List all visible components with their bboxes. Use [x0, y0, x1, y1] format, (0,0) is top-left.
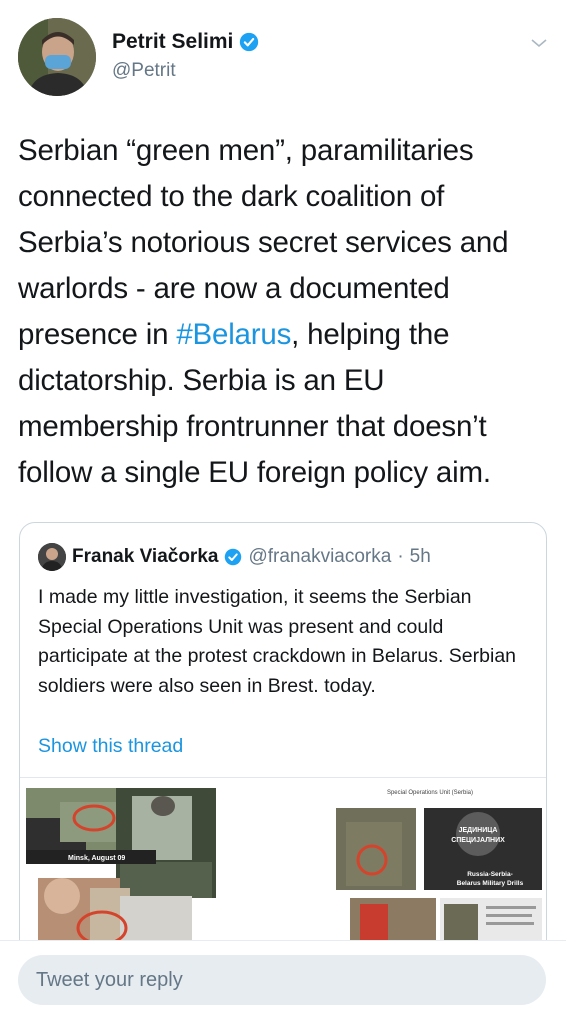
author-handle[interactable]: @Petrit	[112, 60, 176, 82]
quoted-author-handle: @franakviacorka	[248, 546, 392, 567]
reply-bar: Tweet your reply	[0, 940, 566, 1025]
reply-input[interactable]: Tweet your reply	[18, 955, 546, 1005]
media-caption-right-1: Russia-Serbia-	[467, 871, 513, 878]
hashtag-link[interactable]: #Belarus	[176, 318, 291, 351]
author-name[interactable]: Petrit Selimi	[112, 30, 259, 54]
quoted-tweet-text: I made my little investigation, it seems…	[38, 586, 517, 697]
media-badge-text-1: ЈЕДИНИЦА	[459, 827, 498, 834]
quoted-media[interactable]: Minsk, August 09 Special Operations Unit…	[20, 777, 546, 963]
media-caption-left: Minsk, August 09	[68, 855, 125, 862]
quoted-author-avatar	[38, 543, 66, 571]
media-collage: Minsk, August 09 Special Operations Unit…	[26, 788, 542, 963]
tweet-text: Serbian “green men”, paramilitaries conn…	[18, 128, 548, 496]
author-name-text[interactable]: Petrit Selimi	[112, 30, 233, 54]
quoted-timestamp: 5h	[409, 546, 431, 567]
media-badge-text-2: СПЕЦИЈАЛНИХ	[451, 837, 505, 844]
verified-badge-icon	[225, 548, 242, 566]
chevron-down-icon[interactable]	[530, 36, 548, 50]
media-caption-right-2: Belarus Military Drills	[457, 880, 524, 887]
author-avatar[interactable]	[18, 18, 96, 96]
quoted-tweet-header: Franak Viačorka @franakviacorka · 5h	[38, 543, 431, 571]
show-thread-link[interactable]: Show this thread	[38, 735, 183, 758]
quoted-tweet[interactable]: Franak Viačorka @franakviacorka · 5h I m…	[19, 522, 547, 964]
media-header-right: Special Operations Unit (Serbia)	[387, 790, 473, 796]
quoted-separator: ·	[397, 546, 404, 567]
verified-badge-icon	[240, 32, 259, 52]
quoted-author-name: Franak Viačorka	[72, 546, 219, 567]
